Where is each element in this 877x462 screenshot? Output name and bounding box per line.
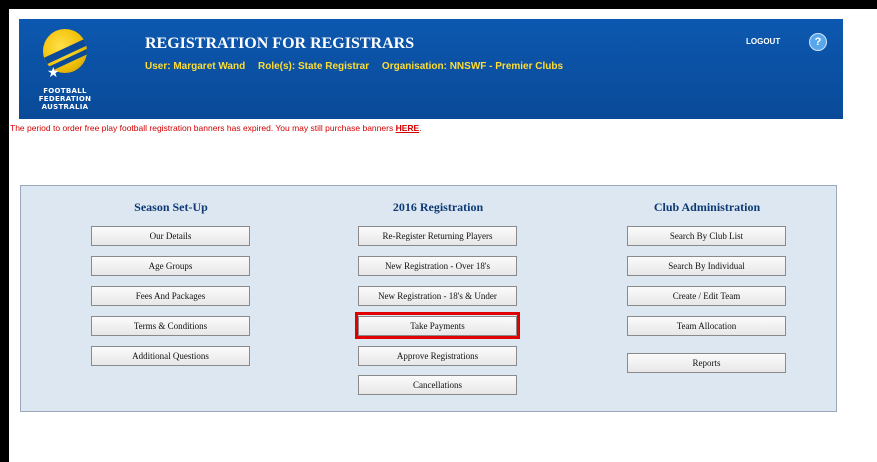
header-banner: ★ FOOTBALL FEDERATION AUSTRALIA REGISTRA… [19, 19, 843, 119]
logo-wordmark: FOOTBALL FEDERATION AUSTRALIA [38, 87, 92, 111]
notice-text: The period to order free play football r… [10, 123, 396, 133]
registration-heading: 2016 Registration [392, 200, 484, 214]
purchase-banners-link[interactable]: HERE [396, 123, 420, 133]
star-icon: ★ [47, 64, 60, 80]
ffa-logo: ★ FOOTBALL FEDERATION AUSTRALIA [33, 25, 97, 113]
new-registration-over-18-button[interactable]: New Registration - Over 18's [358, 256, 517, 276]
team-allocation-button[interactable]: Team Allocation [627, 316, 786, 336]
approve-registrations-button[interactable]: Approve Registrations [358, 346, 517, 366]
new-registration-18-under-button[interactable]: New Registration - 18's & Under [358, 286, 517, 306]
help-icon[interactable]: ? [809, 33, 827, 51]
page: ★ FOOTBALL FEDERATION AUSTRALIA REGISTRA… [9, 9, 877, 462]
reports-button[interactable]: Reports [627, 353, 786, 373]
user-name: User: Margaret Wand [145, 61, 246, 72]
age-groups-button[interactable]: Age Groups [91, 256, 250, 276]
club-admin-heading: Club Administration [653, 200, 761, 214]
fees-and-packages-button[interactable]: Fees And Packages [91, 286, 250, 306]
cancellations-button[interactable]: Cancellations [358, 375, 517, 395]
take-payments-highlight [355, 312, 520, 339]
our-details-button[interactable]: Our Details [91, 226, 250, 246]
user-info: User: Margaret Wand Role(s): State Regis… [145, 61, 573, 72]
app-title: REGISTRATION FOR REGISTRARS [145, 35, 415, 52]
re-register-players-button[interactable]: Re-Register Returning Players [358, 226, 517, 246]
logout-link[interactable]: LOGOUT [746, 37, 780, 46]
additional-questions-button[interactable]: Additional Questions [91, 346, 250, 366]
banner-notice: The period to order free play football r… [10, 123, 422, 133]
user-role: Role(s): State Registrar [258, 61, 370, 72]
notice-suffix: . [419, 123, 422, 133]
user-organisation: Organisation: NNSWF - Premier Clubs [381, 61, 564, 72]
create-edit-team-button[interactable]: Create / Edit Team [627, 286, 786, 306]
season-setup-heading: Season Set-Up [134, 200, 208, 214]
search-by-individual-button[interactable]: Search By Individual [627, 256, 786, 276]
menu-panel: Season Set-Up Our Details Age Groups Fee… [20, 185, 837, 412]
terms-conditions-button[interactable]: Terms & Conditions [91, 316, 250, 336]
search-by-club-list-button[interactable]: Search By Club List [627, 226, 786, 246]
